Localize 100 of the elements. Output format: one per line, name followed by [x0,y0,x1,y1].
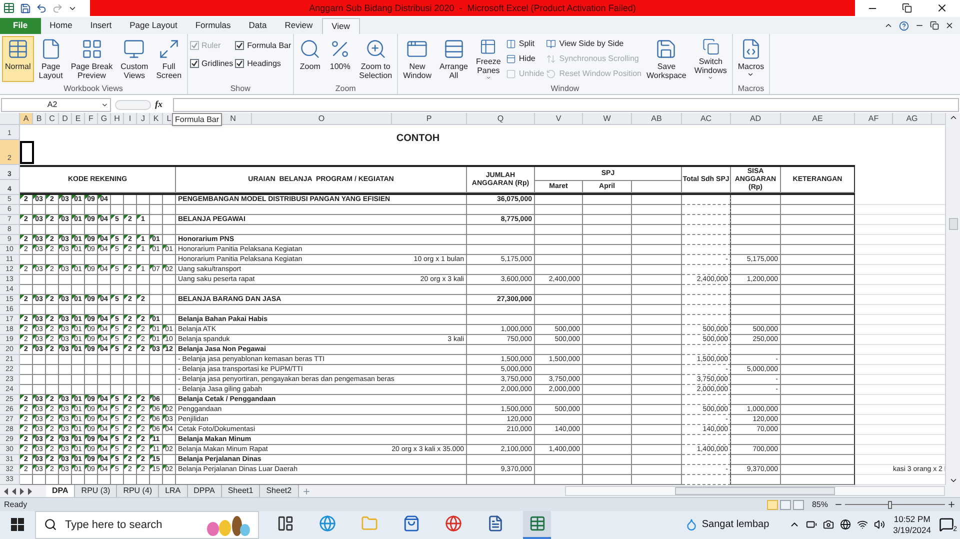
weather-text[interactable]: Sangat lembap [702,517,770,532]
sheet-tab[interactable]: LRA [159,485,188,498]
ribbon-tab[interactable]: Formulas [186,18,240,34]
ribbon-tab[interactable]: Home [40,18,82,34]
ribbon-button[interactable]: Zoom [296,36,324,82]
code-cell [124,305,137,316]
windows-icon[interactable] [11,518,24,532]
column-header[interactable]: H [111,113,124,124]
column-header[interactable]: B [33,113,46,124]
column-header[interactable]: I [124,113,137,124]
checkbox[interactable]: Gridlines [190,56,234,72]
code-cell [98,365,111,376]
globe-icon[interactable] [840,519,852,530]
column-header[interactable]: Q [467,113,535,124]
ribbon-button[interactable]: View Side by Side [546,38,642,51]
table-cell [632,415,682,426]
slider-thumb[interactable] [888,500,892,509]
sheet-tab[interactable]: RPU (4) [117,485,160,498]
ribbon-button[interactable]: Hide [506,52,544,66]
spreadsheet-icon[interactable] [3,2,15,14]
checkbox[interactable]: Formula Bar [235,38,292,54]
ribbon-button[interactable]: Page Layout [36,36,66,82]
sheet-tab[interactable]: Sheet2 [260,485,299,498]
table-cell [467,245,535,256]
ribbon-button[interactable]: Normal [2,36,34,82]
column-header[interactable]: D [59,113,72,124]
zoom-percent[interactable]: 85% [812,498,828,511]
column-header[interactable]: F [85,113,98,124]
code-cell [33,225,46,236]
ribbon-button[interactable]: Full Screen [153,36,185,82]
help-icon[interactable] [899,20,909,31]
column-header[interactable]: A [20,113,33,124]
column-header[interactable]: V [535,113,583,124]
restore-icon[interactable] [930,21,939,30]
close-icon[interactable] [945,21,954,30]
code-cell [124,225,137,236]
checkbox[interactable]: Headings [235,56,292,72]
zoom-in-icon[interactable] [947,500,956,510]
close-icon[interactable] [936,2,948,14]
column-header[interactable]: C [46,113,59,124]
formula-input[interactable] [173,98,959,112]
column-header[interactable]: J [137,113,150,124]
name-box[interactable]: A2 [1,98,111,112]
column-header[interactable]: AD [731,113,781,124]
vertical-scrollbar[interactable] [945,113,960,486]
table-cell [632,195,682,206]
save-icon[interactable] [20,2,31,14]
column-header[interactable]: W [583,113,632,124]
column-header[interactable]: O [252,113,392,124]
ribbon-button[interactable]: Macros [734,36,768,82]
ribbon-tab[interactable]: View [322,18,360,34]
active-cell[interactable] [20,141,34,164]
sheet-tab[interactable]: DPA [46,485,76,498]
zoom-slider[interactable] [845,500,945,509]
column-header[interactable]: AG [893,113,932,124]
ribbon-button[interactable]: Split [506,38,544,51]
function-button[interactable]: fx [155,98,169,112]
column-header[interactable]: K [150,113,163,124]
column-header[interactable]: AB [632,113,682,124]
scroll-thumb[interactable] [948,218,958,230]
undo-icon[interactable] [36,2,47,14]
ribbon-button[interactable]: Freeze Panes [472,36,504,82]
ribbon-button[interactable]: Zoom to Selection [356,36,396,82]
table-cell [583,405,632,416]
ribbon-tab[interactable]: Page Layout [120,18,186,34]
monitor-icon [123,38,146,60]
sheet-tab[interactable]: RPU (3) [75,485,118,498]
ribbon-button[interactable]: Page Break Preview [68,36,116,82]
scroll-thumb[interactable] [675,487,835,496]
restore-icon[interactable] [902,3,912,14]
table-cell [583,195,632,206]
horizontal-scrollbar[interactable] [565,486,945,496]
column-header[interactable]: AC [682,113,731,124]
column-header[interactable]: G [98,113,111,124]
ribbon-button[interactable]: 100% [326,36,354,82]
clock-date[interactable]: 3/19/2024 [893,524,931,536]
ribbon-button[interactable]: Custom Views [118,36,152,82]
column-header[interactable]: P [392,113,467,124]
ribbon-button[interactable]: New Window [400,36,435,82]
clock-time[interactable]: 10:52 PM [894,514,930,525]
camera-icon[interactable] [823,519,834,530]
column-header[interactable]: E [72,113,85,124]
column-header[interactable]: AE [781,113,855,124]
ribbon-tab[interactable]: Insert [81,18,121,34]
ribbon-tab[interactable]: Data [240,18,276,34]
battery-icon[interactable] [806,519,818,530]
column-header[interactable]: AF [855,113,893,124]
notification-icon[interactable] [939,517,954,532]
ribbon-button[interactable]: Switch Windows [691,36,730,82]
ribbon-tab[interactable]: File [0,18,41,34]
code-cell [98,375,111,386]
search-icon [44,518,57,531]
ribbon-tab[interactable]: Review [276,18,322,34]
volume-icon[interactable] [874,519,886,530]
ribbon-button[interactable]: Save Workspace [644,36,690,82]
table-cell [632,225,682,236]
sheet-tab[interactable]: Sheet1 [222,485,260,498]
ribbon-button[interactable]: Arrange All [436,36,471,82]
sheet-tab[interactable]: DPPA [188,485,222,498]
code-cell [33,375,46,386]
